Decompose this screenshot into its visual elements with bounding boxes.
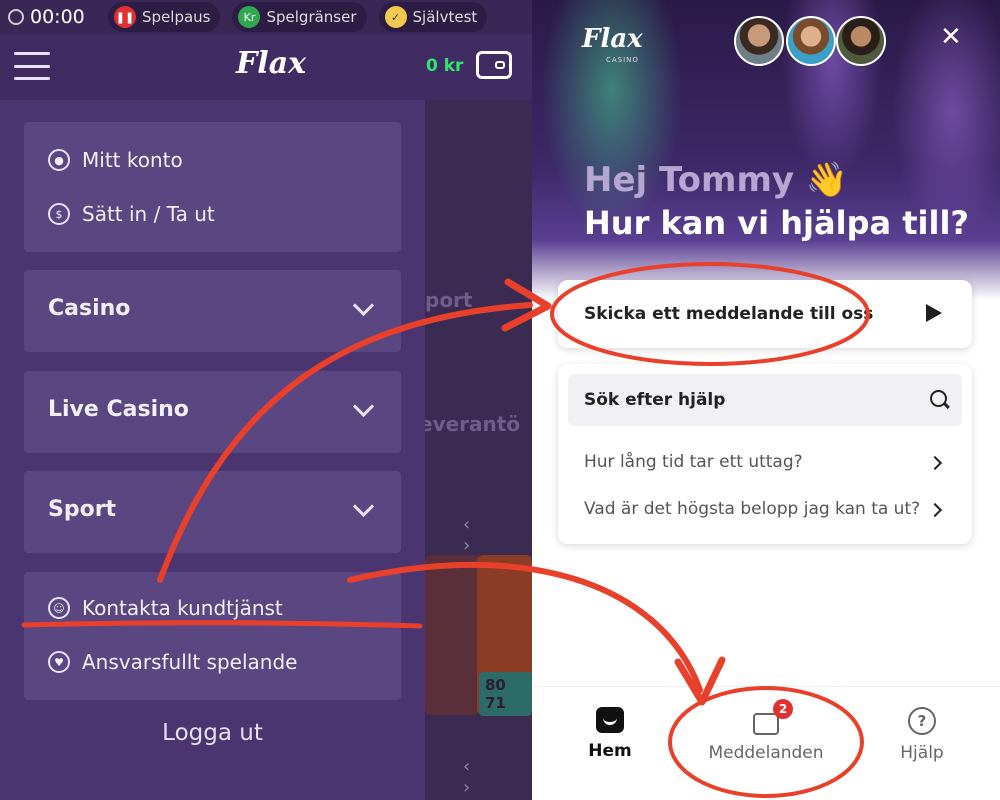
casino-menu-panel: 00:00 ❚❚ Spelpaus Kr Spelgränser ✓ Själv…	[0, 0, 532, 800]
tab-help-label: Hjälp	[900, 743, 944, 763]
close-icon[interactable]: ✕	[940, 22, 962, 52]
send-arrow-icon	[926, 304, 942, 322]
menu-item-deposit-withdraw[interactable]: $ Sätt in / Ta ut	[48, 202, 215, 226]
menu-item-responsible-gaming-label: Ansvarsfullt spelande	[82, 650, 298, 674]
peek-game-card-1	[425, 555, 480, 715]
wave-emoji: 👋	[805, 160, 849, 200]
responsible-icon: ♥	[48, 651, 70, 673]
live-casino-section-card[interactable]: Live Casino	[24, 371, 401, 453]
sport-section-card[interactable]: Sport	[24, 471, 401, 553]
tab-messages-label: Meddelanden	[708, 743, 824, 763]
hamburger-menu-icon[interactable]	[14, 52, 50, 80]
money-icon: $	[48, 203, 70, 225]
tab-messages[interactable]: 2 Meddelanden	[688, 699, 844, 763]
menu-item-contact-support[interactable]: ☺ Kontakta kundtjänst	[48, 596, 283, 620]
peek-amount: 80 71	[479, 672, 532, 716]
background-page-peek: port everantö ‹ › 80 71 ‹ ›	[425, 100, 532, 800]
faq-item-max-withdraw[interactable]: Vad är det högsta belopp jag kan ta ut?	[584, 499, 920, 519]
send-message-button[interactable]: Skicka ett meddelande till oss	[558, 280, 972, 348]
send-message-label: Skicka ett meddelande till oss	[584, 304, 874, 324]
help-question-heading: Hur kan vi hjälpa till?	[584, 204, 969, 242]
support-menu-card: ☺ Kontakta kundtjänst ♥ Ansvarsfullt spe…	[24, 572, 401, 700]
peek-carousel-arrows-bottom: ‹ ›	[463, 756, 493, 798]
faq-item-withdraw-time-label: Hur lång tid tar ett uttag?	[584, 452, 803, 472]
timer-icon	[8, 9, 24, 25]
tab-home-label: Hem	[588, 741, 632, 761]
chat-tab-bar: Hem 2 Meddelanden ? Hjälp	[532, 686, 1000, 800]
chat-flax-logo: Flax	[582, 24, 643, 54]
menu-item-responsible-gaming[interactable]: ♥ Ansvarsfullt spelande	[48, 650, 297, 674]
spelgranser-label: Spelgränser	[266, 8, 357, 26]
menu-item-contact-support-label: Kontakta kundtjänst	[82, 596, 283, 620]
help-search-label: Sök efter hjälp	[584, 390, 726, 410]
selftest-icon: ✓	[384, 6, 407, 28]
chevron-right-icon	[927, 455, 943, 471]
sjalvtest-label: Självtest	[412, 8, 478, 26]
session-timer: 00:00	[8, 6, 108, 28]
support-icon: ☺	[48, 597, 70, 619]
chevron-right-icon	[927, 502, 943, 518]
menu-item-my-account[interactable]: ● Mitt konto	[48, 148, 183, 172]
help-icon: ?	[908, 707, 936, 735]
search-icon	[930, 390, 947, 407]
peek-carousel-arrows-top: ‹ ›	[463, 514, 493, 556]
sport-section[interactable]: Sport	[48, 495, 377, 522]
peek-sport-text: port	[425, 288, 473, 312]
menu-item-my-account-label: Mitt konto	[82, 148, 183, 172]
agent-avatar-2	[786, 16, 836, 66]
casino-section-label: Casino	[48, 296, 131, 321]
menu-item-deposit-withdraw-label: Sätt in / Ta ut	[82, 202, 215, 226]
faq-item-max-withdraw-label: Vad är det högsta belopp jag kan ta ut?	[584, 499, 921, 519]
logout-button[interactable]: Logga ut	[0, 720, 425, 746]
casino-section[interactable]: Casino	[48, 294, 377, 321]
live-casino-section-label: Live Casino	[48, 397, 189, 422]
wallet-icon[interactable]	[476, 51, 512, 79]
casino-section-card[interactable]: Casino	[24, 270, 401, 352]
session-time: 00:00	[30, 6, 85, 28]
account-menu-card: ● Mitt konto $ Sätt in / Ta ut	[24, 122, 401, 252]
greeting-heading: Hej Tommy 👋	[584, 160, 848, 200]
tab-home[interactable]: Hem	[532, 707, 688, 761]
chat-logo-subtitle: CASINO	[606, 56, 639, 64]
responsible-gaming-bar: 00:00 ❚❚ Spelpaus Kr Spelgränser ✓ Själv…	[0, 0, 532, 34]
sport-section-label: Sport	[48, 497, 117, 522]
chevron-down-icon	[352, 495, 375, 518]
tab-help[interactable]: ? Hjälp	[844, 707, 1000, 763]
spelgranser-button[interactable]: Kr Spelgränser	[232, 2, 367, 32]
messages-icon: 2	[753, 699, 793, 735]
home-icon	[596, 707, 624, 733]
user-icon: ●	[48, 149, 70, 171]
flax-logo[interactable]: Flax	[236, 46, 306, 81]
sjalvtest-button[interactable]: ✓ Självtest	[378, 2, 488, 32]
balance-display[interactable]: 0 kr	[426, 56, 463, 76]
top-navigation: Flax 0 kr	[0, 34, 532, 100]
unread-badge: 2	[773, 699, 793, 719]
chevron-down-icon	[352, 294, 375, 317]
agent-avatar-3	[836, 16, 886, 66]
agent-avatar-1	[734, 16, 784, 66]
support-chat-widget: Flax CASINO ✕ Hej Tommy 👋 Hur kan vi hjä…	[532, 0, 1000, 800]
limit-icon: Kr	[238, 6, 261, 28]
help-search-input[interactable]: Sök efter hjälp	[568, 374, 962, 426]
help-search-card: Sök efter hjälp Hur lång tid tar ett utt…	[558, 364, 972, 544]
spelpaus-label: Spelpaus	[142, 8, 211, 26]
pause-icon: ❚❚	[114, 6, 136, 28]
chat-hero-header: Flax CASINO ✕ Hej Tommy 👋 Hur kan vi hjä…	[532, 0, 1000, 300]
chevron-down-icon	[352, 395, 375, 418]
greeting-text: Hej Tommy	[584, 160, 795, 200]
spelpaus-button[interactable]: ❚❚ Spelpaus	[108, 2, 221, 32]
peek-provider-text: everantö	[425, 412, 521, 436]
live-casino-section[interactable]: Live Casino	[48, 395, 377, 422]
faq-item-withdraw-time[interactable]: Hur lång tid tar ett uttag?	[584, 452, 803, 472]
